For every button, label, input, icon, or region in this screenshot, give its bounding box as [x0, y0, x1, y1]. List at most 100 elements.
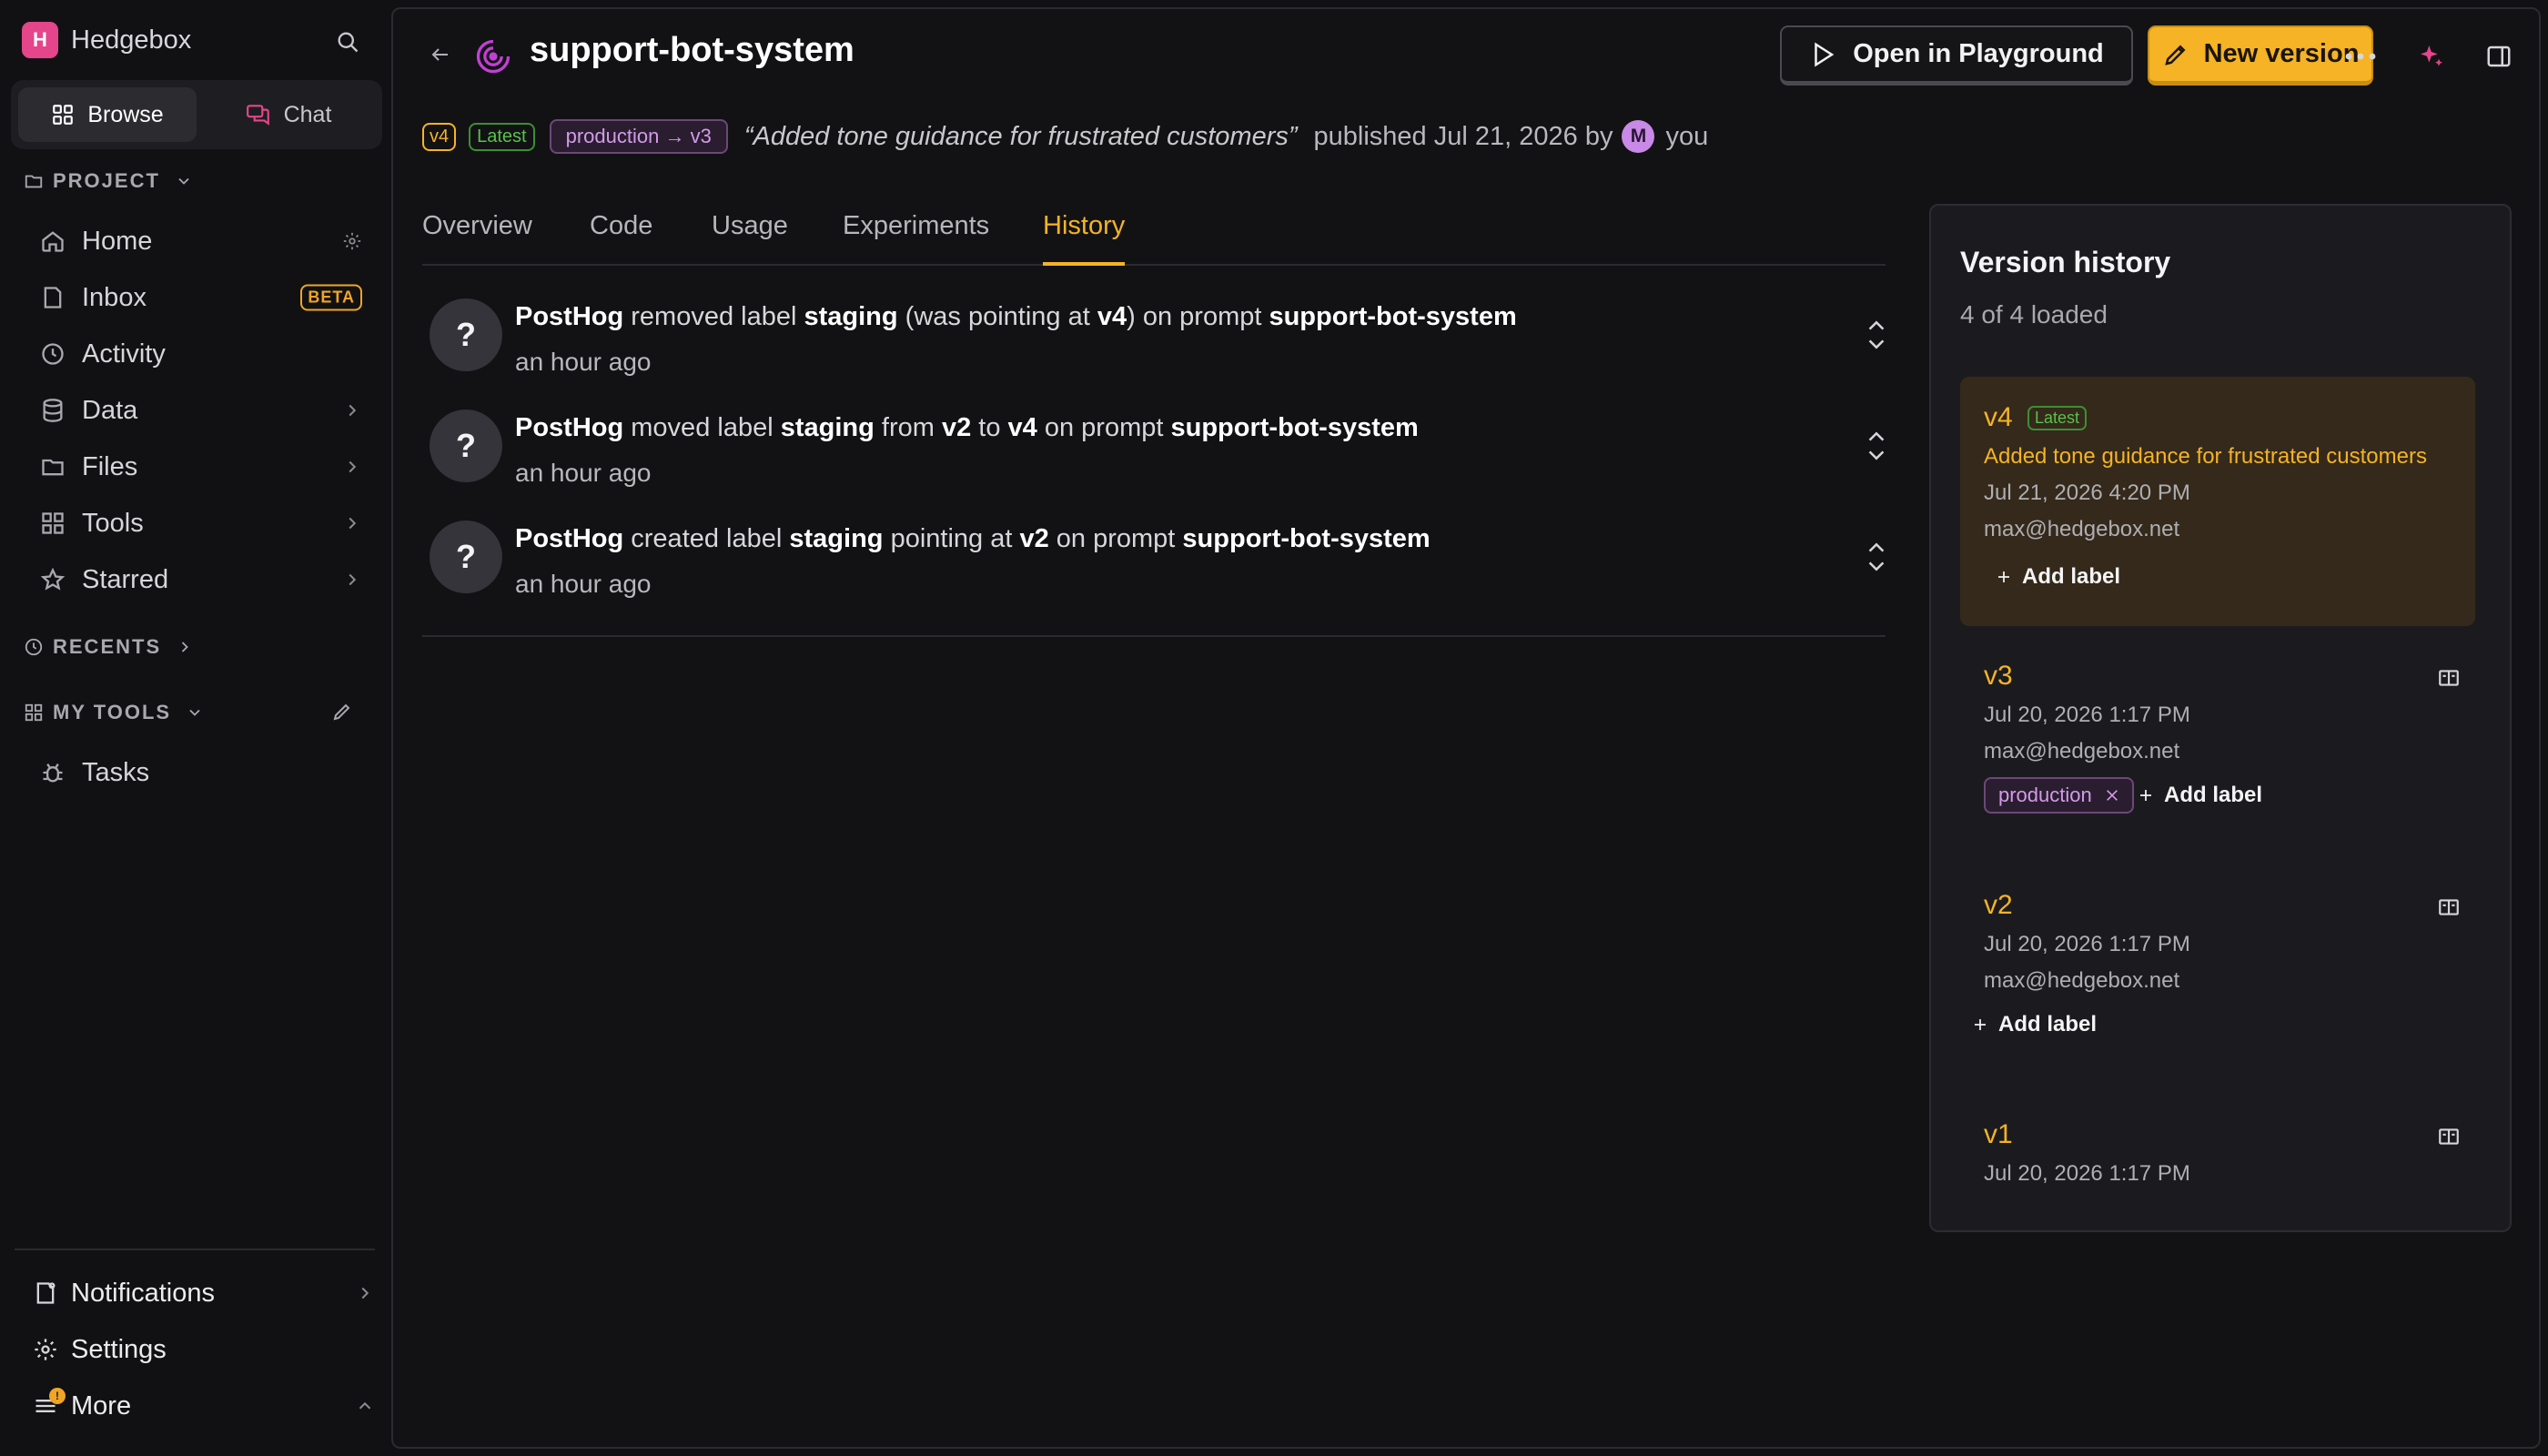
version-meta-row: v4 Latest production → v3 “Added tone gu… — [422, 116, 1708, 157]
sidebar-item-settings[interactable]: Settings — [29, 1327, 375, 1372]
sparkle-ai-icon[interactable] — [2410, 35, 2453, 78]
inbox-icon — [36, 281, 69, 314]
sidebar-item-label: Tools — [82, 508, 144, 538]
expand-icon[interactable] — [1862, 317, 1891, 353]
list-item: ? PostHog created label staging pointing… — [422, 491, 1886, 602]
home-icon — [36, 225, 69, 258]
tab-usage[interactable]: Usage — [712, 211, 788, 266]
chevron-right-icon — [355, 1283, 375, 1303]
sidebar-divider — [15, 1249, 375, 1250]
sidebar-item-label: Notifications — [71, 1278, 215, 1308]
version-card-v2[interactable]: v2 Jul 20, 2026 1:17 PM max@hedgebox.net… — [1960, 881, 2475, 1081]
compare-icon[interactable] — [2435, 664, 2462, 692]
mode-switcher: Browse Chat — [11, 80, 382, 149]
grid-icon — [25, 703, 43, 722]
sidebar-item-inbox[interactable]: Inbox BETA — [36, 275, 373, 320]
open-in-playground-label: Open in Playground — [1853, 39, 2104, 68]
latest-badge: Latest — [469, 122, 535, 151]
sidebar-item-label: More — [71, 1390, 132, 1421]
plus-icon — [1975, 1019, 1986, 1030]
compare-icon[interactable] — [2435, 894, 2462, 921]
production-label-badge[interactable]: production → v3 — [549, 119, 728, 154]
list-item: ? PostHog removed label staging (was poi… — [422, 269, 1886, 380]
gear-icon — [29, 1333, 62, 1366]
more-options-icon[interactable] — [2339, 35, 2382, 78]
history-entry-time: an hour ago — [515, 459, 652, 487]
sidebar-item-data[interactable]: Data — [36, 388, 373, 433]
sidebar-item-home[interactable]: Home — [36, 218, 373, 264]
version-message: “Added tone guidance for frustrated cust… — [743, 121, 1298, 151]
project-section-label: PROJECT — [53, 169, 160, 192]
browse-tab[interactable]: Browse — [18, 87, 197, 142]
back-arrow-icon[interactable] — [424, 38, 457, 71]
chevron-down-icon — [189, 709, 200, 716]
add-label-text: Add label — [2022, 564, 2121, 589]
add-label-button[interactable]: Add label — [1973, 1006, 2097, 1043]
feed-divider — [422, 635, 1886, 637]
add-label-button[interactable]: Add label — [2138, 777, 2262, 814]
gear-icon[interactable] — [342, 231, 362, 251]
chat-tab-label: Chat — [283, 101, 332, 127]
compare-icon[interactable] — [2435, 1123, 2462, 1150]
sidebar-item-label: Files — [82, 451, 138, 481]
pencil-icon — [2164, 44, 2186, 66]
version-date: Jul 20, 2026 1:17 PM — [1984, 703, 2190, 727]
open-in-playground-button[interactable]: Open in Playground — [1780, 25, 2133, 86]
sidebar-item-notifications[interactable]: Notifications — [29, 1270, 375, 1316]
tab-experiments[interactable]: Experiments — [843, 211, 989, 266]
version-card-v3[interactable]: v3 Jul 20, 2026 1:17 PM max@hedgebox.net… — [1960, 652, 2475, 852]
latest-badge: Latest — [2027, 406, 2088, 430]
sidebar-item-files[interactable]: Files — [36, 444, 373, 490]
project-switcher[interactable]: H Hedgebox — [22, 22, 191, 58]
database-icon — [36, 394, 69, 427]
expand-icon[interactable] — [1862, 539, 1891, 575]
chat-tab[interactable]: Chat — [202, 87, 375, 142]
beta-badge: BETA — [300, 284, 362, 311]
history-entry-text: PostHog removed label staging (was point… — [515, 302, 1517, 331]
add-label-button[interactable]: Add label — [1997, 559, 2120, 595]
list-item: ? PostHog moved label staging from v2 to… — [422, 380, 1886, 491]
folder-icon — [25, 175, 43, 188]
version-name: v4 — [1984, 402, 2013, 432]
clock-icon — [36, 338, 69, 370]
edit-tools-icon[interactable] — [331, 701, 353, 723]
search-icon[interactable] — [329, 24, 366, 60]
toggle-sidebar-icon[interactable] — [2477, 35, 2521, 78]
more-badge: ! — [49, 1388, 66, 1404]
chevron-right-icon — [342, 457, 362, 477]
tab-overview[interactable]: Overview — [422, 211, 532, 266]
sidebar-item-label: Tasks — [82, 757, 150, 787]
sidebar-item-tasks[interactable]: Tasks — [36, 750, 373, 795]
history-entry-time: an hour ago — [515, 348, 652, 376]
clock-icon — [25, 638, 43, 656]
sidebar-item-label: Activity — [82, 339, 166, 369]
star-icon — [36, 563, 69, 596]
expand-icon[interactable] — [1862, 428, 1891, 464]
sidebar-item-starred[interactable]: Starred — [36, 557, 373, 602]
mytools-section-header[interactable]: MY TOOLS — [24, 701, 213, 724]
tab-code[interactable]: Code — [590, 211, 652, 266]
unknown-user-avatar: ? — [430, 298, 502, 371]
production-label: production — [1984, 777, 2134, 814]
version-date: Jul 21, 2026 4:20 PM — [1984, 480, 2190, 505]
sidebar-item-tools[interactable]: Tools — [36, 500, 373, 546]
version-description: Added tone guidance for frustrated custo… — [1984, 444, 2427, 469]
browse-tab-label: Browse — [87, 101, 164, 127]
sidebar-item-more[interactable]: ! More — [29, 1383, 375, 1429]
version-date: Jul 20, 2026 1:17 PM — [1984, 932, 2190, 956]
brand-logo: H — [22, 22, 58, 58]
notifications-icon — [29, 1277, 62, 1309]
version-card-v1[interactable]: v1 Jul 20, 2026 1:17 PM — [1960, 1110, 2475, 1210]
page-title: support-bot-system — [530, 31, 854, 69]
recents-section-header[interactable]: RECENTS — [24, 635, 203, 659]
remove-label-icon[interactable] — [2105, 788, 2119, 803]
version-name: v1 — [1984, 1119, 2013, 1149]
main-panel: support-bot-system Open in Playground Ne… — [391, 7, 2541, 1449]
sidebar-item-activity[interactable]: Activity — [36, 331, 373, 377]
sidebar-item-label: Data — [82, 395, 138, 425]
project-section-header[interactable]: PROJECT — [24, 169, 202, 193]
tab-history[interactable]: History — [1043, 211, 1126, 266]
add-label-text: Add label — [2164, 783, 2263, 807]
version-card-v4[interactable]: v4 Latest Added tone guidance for frustr… — [1960, 377, 2475, 626]
version-author: max@hedgebox.net — [1984, 739, 2180, 763]
